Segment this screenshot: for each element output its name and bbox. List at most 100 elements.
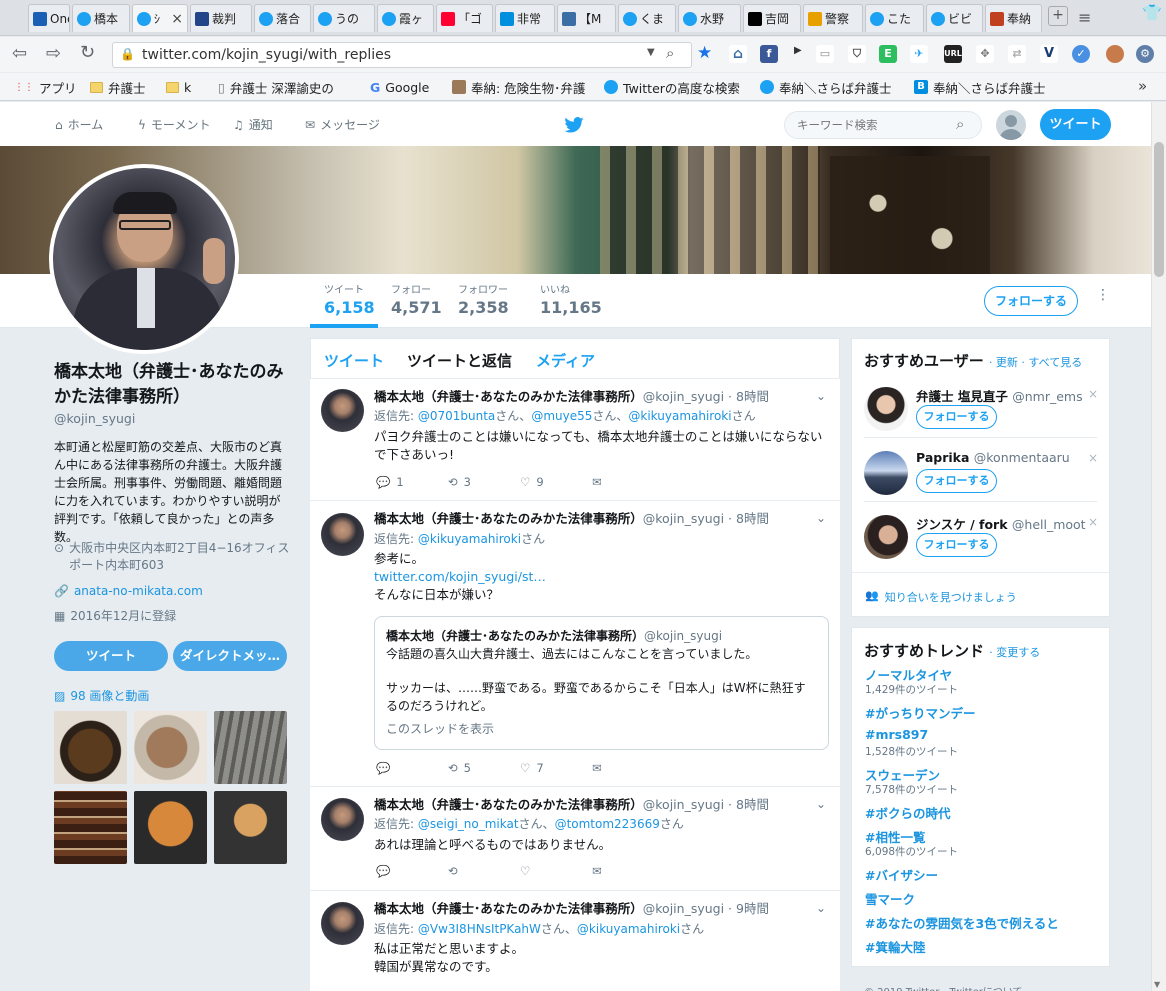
suggested-user-name[interactable]: 弁護士 塩見直子 @nmr_ems bbox=[916, 386, 1083, 405]
chevron-down-icon[interactable]: ⌄ bbox=[816, 901, 826, 915]
reload-icon[interactable]: ↻ bbox=[80, 44, 95, 62]
tab-tweets[interactable]: ツイート bbox=[324, 350, 384, 371]
nav-notifications[interactable]: ♫ 通知 bbox=[233, 116, 273, 133]
bookmark-item[interactable]: ▯ 弁護士 深澤諭史の bbox=[218, 78, 334, 96]
zoom-icon[interactable]: ⌕ bbox=[666, 44, 674, 62]
browser-tab[interactable]: 水野 bbox=[678, 4, 741, 32]
follow-suggestion-button[interactable]: フォローする bbox=[916, 405, 997, 429]
evernote-icon[interactable]: E bbox=[879, 45, 897, 63]
photos-videos-link[interactable]: ▨ 98 画像と動画 bbox=[54, 687, 149, 704]
trend-name[interactable]: #mrs897 bbox=[865, 727, 928, 742]
profile-handle[interactable]: @kojin_syugi bbox=[54, 411, 135, 426]
suggested-user-handle[interactable]: @hell_moot bbox=[1012, 517, 1086, 532]
like-button[interactable]: ♡ bbox=[520, 864, 592, 878]
more-options-icon[interactable]: ⋮ bbox=[1096, 288, 1110, 302]
twitter-ext-icon[interactable]: ✈ bbox=[910, 45, 928, 63]
quoted-author-name[interactable]: 橋本太地（弁護士･あなたのみかた法律事務所） bbox=[386, 629, 644, 643]
suggested-user-display-name[interactable]: ジンスケ / fork bbox=[916, 517, 1008, 532]
tab-media[interactable]: メディア bbox=[536, 350, 595, 371]
like-button[interactable]: ♡ 9 bbox=[520, 475, 592, 489]
chevron-down-icon[interactable]: ⌄ bbox=[816, 511, 826, 525]
bookmark-item[interactable]: k bbox=[166, 78, 191, 96]
trend-name[interactable]: 雪マーク bbox=[865, 889, 915, 908]
suggested-user-handle[interactable]: @konmentaaru bbox=[974, 450, 1070, 465]
dismiss-icon[interactable]: × bbox=[1088, 387, 1098, 401]
who-to-follow-refresh[interactable]: · 更新 · すべて見る bbox=[989, 356, 1082, 369]
tab-close-icon[interactable]: × bbox=[171, 11, 183, 27]
share-icon[interactable]: ⇄ bbox=[1008, 45, 1026, 63]
settings-gear-icon[interactable]: ⚙ bbox=[1136, 45, 1154, 63]
suggested-user-name[interactable]: ジンスケ / fork @hell_moot bbox=[916, 514, 1086, 533]
suggested-user-avatar[interactable] bbox=[864, 387, 908, 431]
browser-tab[interactable]: One bbox=[28, 4, 70, 32]
trend-name[interactable]: #箕輪大陸 bbox=[865, 937, 925, 956]
suggested-user-handle[interactable]: @nmr_ems bbox=[1012, 389, 1082, 404]
forward-icon[interactable]: ⇨ bbox=[46, 45, 61, 63]
tweet-author-name[interactable]: 橋本太地（弁護士･あなたのみかた法律事務所） bbox=[374, 389, 643, 404]
tweet-avatar[interactable] bbox=[321, 513, 364, 556]
check-icon[interactable]: ✓ bbox=[1072, 45, 1090, 63]
reply-button[interactable]: 💬 bbox=[376, 761, 448, 775]
find-friends-link[interactable]: 👥 知り合いを見つけましょう bbox=[865, 589, 1017, 605]
move-icon[interactable]: ✥ bbox=[976, 45, 994, 63]
scrollbar-thumb[interactable] bbox=[1154, 142, 1164, 277]
twitter-logo-icon[interactable] bbox=[564, 117, 584, 133]
expand-arrow-icon[interactable]: ▶ bbox=[794, 45, 802, 56]
browser-tab[interactable]: 非常 bbox=[495, 4, 555, 32]
tweet-link[interactable]: twitter.com/kojin_syugi/st… bbox=[374, 568, 830, 586]
tweet-author[interactable]: 橋本太地（弁護士･あなたのみかた法律事務所）@kojin_syugi · 9時間 bbox=[374, 898, 769, 917]
stat-likes[interactable]: いいね 11,165 bbox=[540, 285, 602, 319]
tweet-meta[interactable]: @kojin_syugi · 8時間 bbox=[643, 797, 769, 812]
vpn-icon[interactable]: V bbox=[1040, 45, 1058, 63]
direct-message-button[interactable]: ダイレクトメッ… bbox=[173, 641, 287, 671]
tweet-avatar[interactable] bbox=[321, 902, 364, 945]
suggested-user-avatar[interactable] bbox=[864, 451, 908, 495]
reply-mention[interactable]: @seigi_no_mikat bbox=[418, 817, 519, 831]
bookmark-icon[interactable]: ⛉ bbox=[848, 45, 866, 63]
bookmark-item[interactable]: 奉納＼さらば弁護士 bbox=[760, 78, 892, 96]
browser-tab[interactable]: 警察 bbox=[803, 4, 863, 32]
dm-share-button[interactable]: ✉ bbox=[592, 864, 664, 878]
reply-button[interactable]: 💬 bbox=[376, 864, 448, 878]
show-thread-link[interactable]: このスレッドを表示 bbox=[386, 720, 842, 738]
profile-website[interactable]: 🔗 anata-no-mikata.com bbox=[54, 583, 203, 600]
bookmark-item[interactable]: G Google bbox=[370, 78, 429, 96]
url-dropdown-icon[interactable]: ▼ bbox=[647, 47, 655, 58]
suggested-user-display-name[interactable]: Paprika bbox=[916, 450, 969, 465]
browser-tab[interactable]: うの bbox=[313, 4, 375, 32]
bookmark-item[interactable]: Twitterの高度な検索 bbox=[604, 78, 740, 96]
bookmark-item[interactable]: B 奉納＼さらば弁護士 bbox=[914, 78, 1046, 96]
profile-menu-icon[interactable]: 👕 bbox=[1142, 3, 1162, 22]
tweet-author[interactable]: 橋本太地（弁護士･あなたのみかた法律事務所）@kojin_syugi · 8時間 bbox=[374, 794, 769, 813]
follow-suggestion-button[interactable]: フォローする bbox=[916, 469, 997, 493]
browser-tab[interactable]: 【M bbox=[557, 4, 616, 32]
footer-text[interactable]: © 2019 Twitter Twitterについて bbox=[864, 983, 1023, 991]
browser-tab[interactable]: 「ゴ bbox=[436, 4, 493, 32]
browser-tab[interactable]: 奉納 bbox=[985, 4, 1042, 32]
reply-mention[interactable]: @kikuyamahiroki bbox=[577, 922, 680, 936]
browser-tab[interactable]: 霞ヶ bbox=[377, 4, 434, 32]
quoted-author-handle[interactable]: @kojin_syugi bbox=[644, 629, 722, 643]
browser-tab[interactable]: こた bbox=[865, 4, 924, 32]
tab-list-menu-icon[interactable]: ≡ bbox=[1078, 8, 1091, 27]
profile-name[interactable]: 橋本太地（弁護士･あなたのみかた法律事務所） bbox=[54, 360, 290, 410]
trends-change-link[interactable]: · 変更する bbox=[989, 646, 1040, 659]
back-icon[interactable]: ⇦ bbox=[12, 45, 27, 63]
trend-name[interactable]: #がっちりマンデー bbox=[865, 703, 975, 722]
browser-tab[interactable]: 裁判 bbox=[190, 4, 252, 32]
scroll-down-icon[interactable]: ▼ bbox=[1154, 980, 1160, 989]
reply-mention[interactable]: @kikuyamahiroki bbox=[418, 532, 521, 546]
chevron-down-icon[interactable]: ⌄ bbox=[816, 797, 826, 811]
follow-button[interactable]: フォローする bbox=[984, 286, 1078, 316]
bookmarks-more-icon[interactable]: » bbox=[1138, 77, 1147, 95]
profile-avatar[interactable] bbox=[49, 164, 239, 354]
media-thumbnail[interactable] bbox=[134, 791, 207, 864]
like-button[interactable]: ♡ 7 bbox=[520, 761, 592, 775]
trend-name[interactable]: #バイザシー bbox=[865, 865, 938, 884]
facebook-icon[interactable]: f bbox=[760, 45, 778, 63]
tweet-meta[interactable]: @kojin_syugi · 8時間 bbox=[643, 389, 769, 404]
retweet-button[interactable]: ⟲ 5 bbox=[448, 761, 520, 775]
reply-mention[interactable]: @muye55 bbox=[531, 409, 592, 423]
tweet-author-name[interactable]: 橋本太地（弁護士･あなたのみかた法律事務所） bbox=[374, 511, 643, 526]
archive-icon[interactable]: ▭ bbox=[816, 45, 834, 63]
